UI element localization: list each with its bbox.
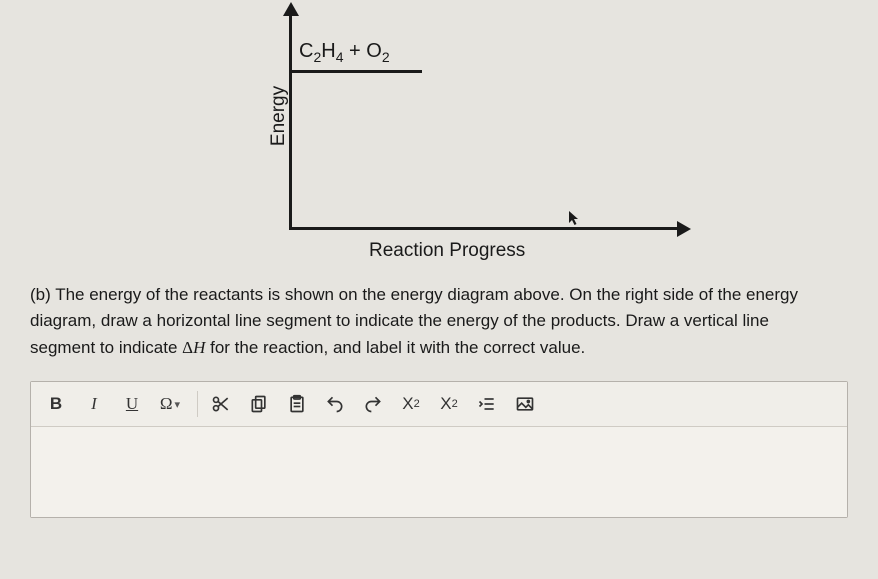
y-axis-arrow-icon bbox=[283, 2, 299, 16]
italic-button[interactable]: I bbox=[77, 388, 111, 420]
rich-text-editor: B I U Ω▾ X2 bbox=[30, 381, 848, 518]
paste-button[interactable] bbox=[280, 388, 314, 420]
underline-button[interactable]: U bbox=[115, 388, 149, 420]
copy-icon bbox=[249, 394, 269, 414]
question-prompt: (b) The energy of the reactants is shown… bbox=[30, 282, 848, 361]
cut-button[interactable] bbox=[204, 388, 238, 420]
insert-image-button[interactable] bbox=[508, 388, 542, 420]
bold-button[interactable]: B bbox=[39, 388, 73, 420]
clipboard-icon bbox=[287, 394, 307, 414]
undo-icon bbox=[325, 394, 345, 414]
image-icon bbox=[515, 394, 535, 414]
subscript-base: X bbox=[440, 394, 451, 414]
omega-icon: Ω bbox=[160, 394, 173, 414]
energy-diagram: Energy Reaction Progress C2H4 + O2 bbox=[189, 10, 689, 270]
special-char-button[interactable]: Ω▾ bbox=[153, 388, 187, 420]
subscript-sub: 2 bbox=[452, 398, 458, 410]
undo-button[interactable] bbox=[318, 388, 352, 420]
editor-toolbar: B I U Ω▾ X2 bbox=[31, 382, 847, 427]
question-line-2: diagram, draw a horizontal line segment … bbox=[30, 311, 769, 330]
indent-button[interactable] bbox=[470, 388, 504, 420]
scissors-icon bbox=[211, 394, 231, 414]
superscript-base: X bbox=[402, 394, 413, 414]
x-axis-line bbox=[289, 227, 679, 230]
redo-button[interactable] bbox=[356, 388, 390, 420]
delta-h-symbol: ΔH bbox=[182, 338, 205, 357]
superscript-exp: 2 bbox=[414, 398, 420, 410]
reactant-energy-line bbox=[292, 70, 422, 73]
subscript-button[interactable]: X2 bbox=[432, 388, 466, 420]
question-line-3-prefix: segment to indicate bbox=[30, 338, 182, 357]
x-axis-arrow-icon bbox=[677, 221, 691, 237]
redo-icon bbox=[363, 394, 383, 414]
copy-button[interactable] bbox=[242, 388, 276, 420]
answer-input[interactable] bbox=[31, 427, 847, 517]
x-axis-label: Reaction Progress bbox=[369, 240, 525, 262]
question-line-1: (b) The energy of the reactants is shown… bbox=[30, 285, 798, 304]
question-line-3-suffix: for the reaction, and label it with the … bbox=[205, 338, 585, 357]
chevron-down-icon: ▾ bbox=[175, 398, 181, 411]
y-axis-label: Energy bbox=[268, 86, 290, 146]
toolbar-divider bbox=[197, 391, 198, 417]
reactant-formula: C2H4 + O2 bbox=[299, 40, 390, 65]
superscript-button[interactable]: X2 bbox=[394, 388, 428, 420]
indent-icon bbox=[477, 394, 497, 414]
